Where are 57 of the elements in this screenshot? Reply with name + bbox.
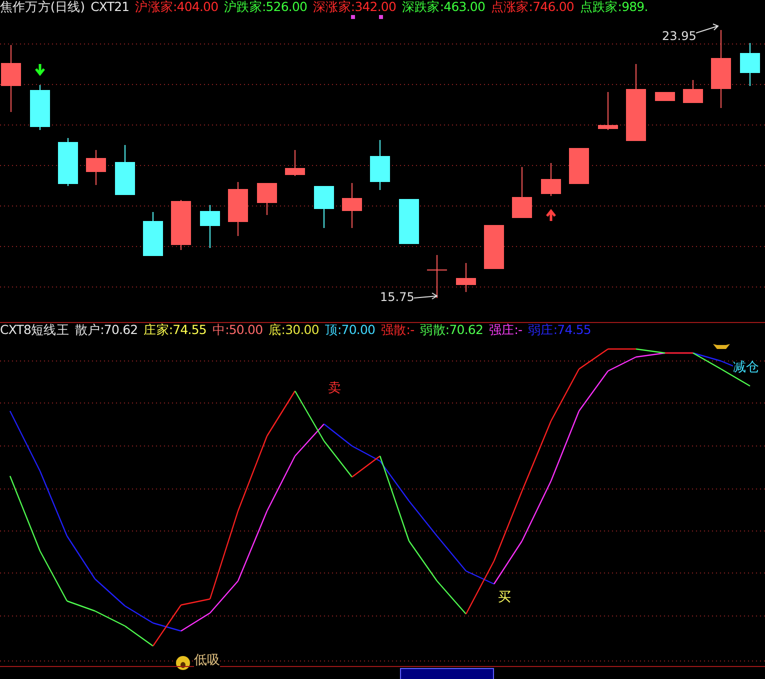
signal-label: 低吸 xyxy=(194,654,220,668)
stat-text: 沪跌家:526.00 xyxy=(224,0,308,14)
rising-candle xyxy=(1,44,21,112)
rising-candle xyxy=(512,166,532,218)
rising-candle xyxy=(541,162,561,196)
stat-text: 散户:70.62 xyxy=(74,323,138,337)
stat-text: 强散:- xyxy=(381,323,414,337)
price-label: 23.95 xyxy=(662,29,696,43)
stat-text: 顶:70.00 xyxy=(324,323,376,337)
stat-text: 沪涨家:404.00 xyxy=(135,0,218,14)
rising-candle xyxy=(285,150,305,176)
stat-text: 深涨家:342.00 xyxy=(313,0,396,14)
rising-candle xyxy=(228,182,248,236)
chart-title: 焦作万方(日线) xyxy=(0,0,85,14)
falling-candle xyxy=(30,84,50,130)
ingot-icon xyxy=(713,344,730,349)
falling-candle xyxy=(115,144,135,196)
stat-text: 庄家:74.55 xyxy=(144,323,206,337)
rising-candle xyxy=(86,150,106,186)
falling-candle xyxy=(740,42,760,86)
rising-candle xyxy=(456,262,476,292)
indicator-name: CXT8短线王 xyxy=(0,323,69,337)
signal-label: 减仓 xyxy=(733,361,759,375)
rising-candle xyxy=(598,92,618,130)
falling-candle xyxy=(399,198,419,244)
rising-candle xyxy=(342,182,362,228)
rising-candle xyxy=(655,92,675,102)
pointer-arrow-icon xyxy=(414,292,438,300)
falling-candle xyxy=(200,204,220,248)
signal-label: 买 xyxy=(498,591,511,605)
stat-text: 中:50.00 xyxy=(212,323,263,337)
smiley-icon xyxy=(176,656,190,670)
signal-label: 卖 xyxy=(328,382,341,396)
pointer-arrow-icon xyxy=(696,24,719,34)
rising-candle xyxy=(171,200,191,250)
falling-candle xyxy=(58,138,78,186)
rising-candle xyxy=(569,148,589,184)
rising-candle xyxy=(484,224,504,270)
up-arrow-icon xyxy=(546,209,556,222)
rising-candle xyxy=(426,254,448,298)
stat-text: 弱散:70.62 xyxy=(420,323,483,337)
stat-text: 点跌家:989. xyxy=(580,0,648,14)
marker-icon xyxy=(351,15,355,19)
indicator-name: CXT21 xyxy=(90,0,130,14)
price-label: 15.75 xyxy=(380,290,414,304)
falling-candle xyxy=(370,140,390,190)
marker-icon xyxy=(379,15,383,19)
stat-text: 强庄:- xyxy=(489,323,522,337)
stat-text: 深跌家:463.00 xyxy=(402,0,485,14)
stat-text: 底:30.00 xyxy=(268,323,319,337)
stat-text: 点涨家:746.00 xyxy=(491,0,574,14)
rising-candle xyxy=(257,182,277,216)
falling-candle xyxy=(314,186,334,228)
down-arrow-icon xyxy=(34,62,46,76)
falling-candle xyxy=(143,212,163,256)
stat-text: 弱庄:74.55 xyxy=(528,323,591,337)
rising-candle xyxy=(683,80,703,104)
